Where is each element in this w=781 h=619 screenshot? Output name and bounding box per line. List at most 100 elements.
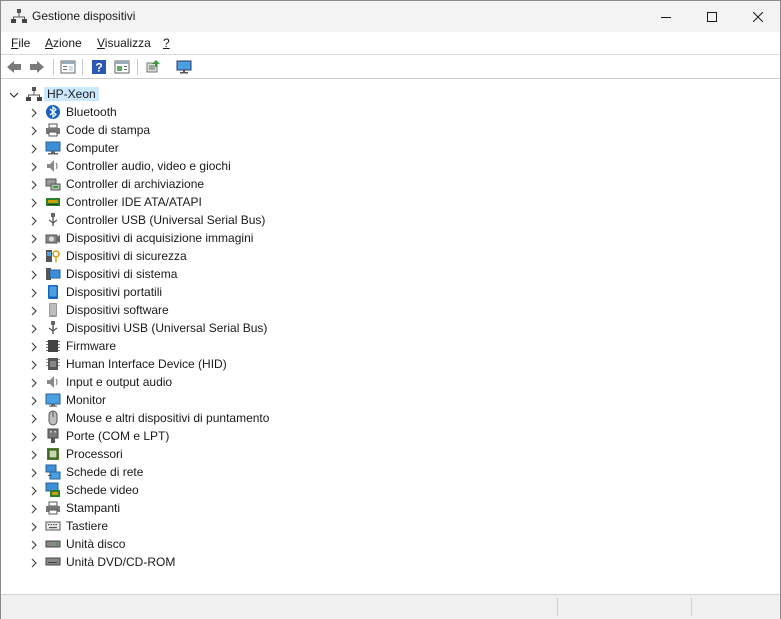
forward-icon[interactable] [28,58,46,76]
dvd-drive-icon [45,554,61,570]
tree-category-node[interactable]: Unità DVD/CD-ROM [2,553,779,571]
category-label[interactable]: Schede di rete [66,465,143,479]
category-label[interactable]: Bluetooth [66,105,117,119]
category-label[interactable]: Dispositivi portatili [66,285,162,299]
monitor-icon[interactable] [175,58,193,76]
chevron-right-icon[interactable] [29,521,39,532]
tree-category-node[interactable]: Firmware [2,337,779,355]
tree-category-node[interactable]: Tastiere [2,517,779,535]
tree-category-node[interactable]: Porte (COM e LPT) [2,427,779,445]
menu-azione[interactable]: Azione [45,36,82,50]
chevron-right-icon[interactable] [29,107,39,118]
tree-category-node[interactable]: Schede di rete [2,463,779,481]
category-label[interactable]: Dispositivi software [66,303,169,317]
chevron-right-icon[interactable] [29,125,39,136]
category-label[interactable]: Unità disco [66,537,125,551]
tree-category-node[interactable]: Dispositivi di sicurezza [2,247,779,265]
category-label[interactable]: Controller di archiviazione [66,177,204,191]
category-label[interactable]: Tastiere [66,519,108,533]
chevron-right-icon[interactable] [29,233,39,244]
tree-category-node[interactable]: Dispositivi USB (Universal Serial Bus) [2,319,779,337]
device-tree[interactable]: HP-Xeon Bluetooth Code di stampa Computer C… [2,85,779,591]
chevron-right-icon[interactable] [29,359,39,370]
menu-file[interactable]: File [11,36,30,50]
tree-category-node[interactable]: Processori [2,445,779,463]
tree-category-node[interactable]: Controller IDE ATA/ATAPI [2,193,779,211]
tree-category-node[interactable]: Unità disco [2,535,779,553]
chevron-right-icon[interactable] [29,179,39,190]
chevron-right-icon[interactable] [29,557,39,568]
category-label[interactable]: Controller USB (Universal Serial Bus) [66,213,265,227]
tree-category-node[interactable]: Dispositivi di sistema [2,265,779,283]
chevron-right-icon[interactable] [29,269,39,280]
chevron-right-icon[interactable] [29,323,39,334]
tree-category-node[interactable]: Dispositivi software [2,301,779,319]
tree-category-node[interactable]: Schede video [2,481,779,499]
category-label[interactable]: Human Interface Device (HID) [66,357,227,371]
tree-category-node[interactable]: Mouse e altri dispositivi di puntamento [2,409,779,427]
category-label[interactable]: Processori [66,447,123,461]
chevron-right-icon[interactable] [29,485,39,496]
tree-category-node[interactable]: Bluetooth [2,103,779,121]
tree-root-node[interactable]: HP-Xeon [2,85,779,103]
chevron-right-icon[interactable] [29,197,39,208]
chevron-right-icon[interactable] [29,215,39,226]
tree-category-node[interactable]: Input e output audio [2,373,779,391]
chevron-right-icon[interactable] [29,467,39,478]
chevron-right-icon[interactable] [29,431,39,442]
category-label[interactable]: Dispositivi di sicurezza [66,249,187,263]
tree-category-node[interactable]: Computer [2,139,779,157]
chevron-right-icon[interactable] [29,503,39,514]
chevron-right-icon[interactable] [29,161,39,172]
tree-category-node[interactable]: Controller USB (Universal Serial Bus) [2,211,779,229]
chevron-right-icon[interactable] [29,449,39,460]
chevron-right-icon[interactable] [29,395,39,406]
chevron-right-icon[interactable] [29,305,39,316]
category-label[interactable]: Dispositivi di acquisizione immagini [66,231,253,245]
category-label[interactable]: Unità DVD/CD-ROM [66,555,175,569]
root-label[interactable]: HP-Xeon [44,87,99,101]
scan-hardware-icon[interactable] [144,58,162,76]
chevron-right-icon[interactable] [29,413,39,424]
chevron-right-icon[interactable] [29,539,39,550]
category-label[interactable]: Porte (COM e LPT) [66,429,169,443]
category-label[interactable]: Code di stampa [66,123,150,137]
title-bar[interactable]: Gestione dispositivi [1,1,780,32]
software-device-icon [45,302,61,318]
tree-category-node[interactable]: Dispositivi di acquisizione immagini [2,229,779,247]
category-label[interactable]: Stampanti [66,501,120,515]
menu-visualizza[interactable]: Visualizza [97,36,151,50]
maximize-button[interactable] [689,1,735,32]
category-label[interactable]: Dispositivi USB (Universal Serial Bus) [66,321,267,335]
menu-help[interactable]: ? [163,36,170,50]
category-label[interactable]: Controller IDE ATA/ATAPI [66,195,202,209]
tree-category-node[interactable]: Monitor [2,391,779,409]
category-label[interactable]: Firmware [66,339,116,353]
category-label[interactable]: Controller audio, video e giochi [66,159,231,173]
category-label[interactable]: Mouse e altri dispositivi di puntamento [66,411,269,425]
close-button[interactable] [735,1,781,32]
chevron-right-icon[interactable] [29,143,39,154]
minimize-button[interactable] [643,1,689,32]
chevron-right-icon[interactable] [29,251,39,262]
tree-category-node[interactable]: Controller di archiviazione [2,175,779,193]
properties-view-icon[interactable] [59,58,77,76]
tree-category-node[interactable]: Dispositivi portatili [2,283,779,301]
tree-category-node[interactable]: Controller audio, video e giochi [2,157,779,175]
category-label[interactable]: Dispositivi di sistema [66,267,177,281]
help-icon[interactable]: ? [90,58,108,76]
chevron-right-icon[interactable] [29,341,39,352]
tree-category-node[interactable]: Stampanti [2,499,779,517]
tree-category-node[interactable]: Code di stampa [2,121,779,139]
category-label[interactable]: Computer [66,141,119,155]
category-label[interactable]: Monitor [66,393,106,407]
category-label[interactable]: Schede video [66,483,139,497]
details-view-icon[interactable] [113,58,131,76]
tree-category-node[interactable]: Human Interface Device (HID) [2,355,779,373]
category-label[interactable]: Input e output audio [66,375,172,389]
security-key-icon [45,248,61,264]
chevron-right-icon[interactable] [29,377,39,388]
back-icon[interactable] [5,58,23,76]
chevron-down-icon[interactable] [9,89,19,99]
chevron-right-icon[interactable] [29,287,39,298]
